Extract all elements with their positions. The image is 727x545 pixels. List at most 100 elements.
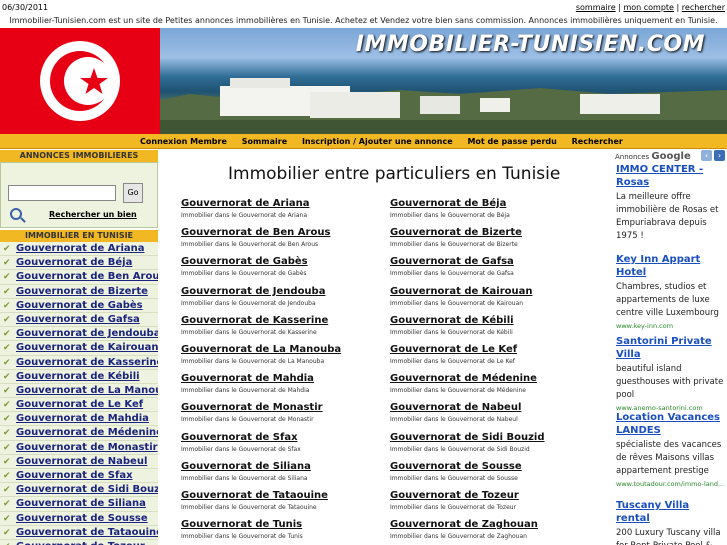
- ad-title-link[interactable]: Location Vacances LANDES: [616, 411, 726, 437]
- ad-title-link[interactable]: Key Inn Appart Hotel: [616, 253, 726, 279]
- sidebar-header-tunisie: IMMOBILIER EN TUNISIE: [0, 230, 158, 242]
- sidebar-item-label: Gouvernorat de Mahdia: [16, 413, 149, 425]
- sidebar-item-governorate[interactable]: ✔ Gouvernorat de Jendouba: [0, 327, 158, 342]
- check-icon: ✔: [3, 343, 11, 354]
- governorate-link[interactable]: Gouvernorat de Zaghouan: [390, 519, 590, 530]
- governorate-entry: Gouvernorat de Kairouan Immobilier dans l…: [390, 286, 590, 312]
- ad-item: Key Inn Appart Hotel Chambres, studios et…: [616, 253, 726, 330]
- sidebar-item-label: Gouvernorat de Médenine: [16, 427, 158, 439]
- check-icon: ✔: [3, 244, 11, 254]
- governorate-link[interactable]: Gouvernorat de La Manouba: [181, 344, 381, 355]
- sidebar-item-governorate[interactable]: ✔ Gouvernorat de Ariana: [0, 242, 158, 257]
- governorate-link[interactable]: Gouvernorat de Nabeul: [390, 402, 590, 413]
- governorate-entry: Gouvernorat de Tataouine Immobilier dans …: [181, 490, 381, 516]
- governorate-link[interactable]: Gouvernorat de Tataouine: [181, 490, 381, 501]
- ads-label-prefix: Annonces: [615, 153, 650, 161]
- governorate-description: Immobilier dans le Gouvernorat de Silian…: [181, 474, 308, 482]
- governorate-description: Immobilier dans le Gouvernorat de Zaghou…: [390, 533, 527, 541]
- governorate-link[interactable]: Gouvernorat de Médenine: [390, 373, 590, 384]
- sidebar-item-label: Gouvernorat de Sousse: [16, 512, 148, 524]
- tunisia-flag-icon: [0, 28, 160, 134]
- main-nav: Connexion Membre Sommaire Inscription / …: [0, 134, 727, 149]
- mon-compte-link[interactable]: mon compte: [623, 3, 674, 12]
- sidebar-item-governorate[interactable]: ✔ Gouvernorat de Gabès: [0, 299, 158, 313]
- search-icon[interactable]: [10, 208, 22, 220]
- governorate-link[interactable]: Gouvernorat de Sousse: [390, 461, 590, 472]
- sidebar-item-governorate[interactable]: ✔ Gouvernorat de La Manouba: [0, 384, 158, 399]
- governorate-link[interactable]: Gouvernorat de Tozeur: [390, 490, 590, 501]
- governorate-link[interactable]: Gouvernorat de Monastir: [181, 402, 381, 413]
- sidebar-item-governorate[interactable]: ✔ Gouvernorat de Sfax: [0, 469, 158, 484]
- ad-body: La meilleure offre immobilière de Rosas …: [616, 192, 719, 241]
- governorate-entry: Gouvernorat de Médenine Immobilier dans l…: [390, 373, 590, 399]
- governorate-link[interactable]: Gouvernorat de Bizerte: [390, 227, 590, 238]
- sidebar-item-governorate[interactable]: ✔ Gouvernorat de Tozeur: [0, 540, 158, 545]
- governorate-description: Immobilier dans le Gouvernorat de Sidi B…: [390, 445, 530, 453]
- governorate-link[interactable]: Gouvernorat de Kairouan: [390, 286, 590, 297]
- governorate-link[interactable]: Gouvernorat de Tunis: [181, 519, 381, 530]
- governorate-entry: Gouvernorat de Kébili Immobilier dans le …: [390, 315, 590, 341]
- governorate-link[interactable]: Gouvernorat de Sfax: [181, 432, 381, 443]
- search-input[interactable]: [8, 185, 116, 201]
- google-logo: Google: [651, 151, 691, 162]
- sidebar-item-label: Gouvernorat de Gabès: [16, 299, 143, 311]
- nav-connexion-membre[interactable]: Connexion Membre: [140, 137, 227, 146]
- governorate-link[interactable]: Gouvernorat de Gabès: [181, 256, 381, 267]
- search-property-link[interactable]: Rechercher un bien: [49, 210, 137, 219]
- rechercher-link[interactable]: rechercher: [682, 3, 725, 12]
- ad-title-link[interactable]: IMMO CENTER - Rosas: [616, 163, 726, 189]
- governorate-link[interactable]: Gouvernorat de Le Kef: [390, 344, 590, 355]
- ad-title-link[interactable]: Tuscany Villa rental: [616, 499, 726, 525]
- sidebar-item-governorate[interactable]: ✔ Gouvernorat de Médenine: [0, 426, 158, 441]
- governorate-description: Immobilier dans le Gouvernorat de Médeni…: [390, 387, 526, 395]
- sidebar-item-governorate[interactable]: ✔ Gouvernorat de Ben Arous: [0, 270, 158, 285]
- chevron-right-icon[interactable]: ›: [714, 150, 725, 161]
- sidebar-item-governorate[interactable]: ✔ Gouvernorat de Mahdia: [0, 412, 158, 427]
- sidebar-item-governorate[interactable]: ✔ Gouvernorat de Le Kef: [0, 398, 158, 413]
- sidebar-item-governorate[interactable]: ✔ Gouvernorat de Sidi Bouzid: [0, 483, 158, 498]
- ad-url[interactable]: www.key-inn.com: [616, 322, 726, 330]
- sidebar-item-governorate[interactable]: ✔ Gouvernorat de Kébili: [0, 370, 158, 384]
- ad-url[interactable]: www.toutadour.com/immo-land...: [616, 480, 726, 488]
- left-sidebar: ANNONCES IMMOBILIERES Go Rechercher un b…: [0, 150, 158, 545]
- nav-rechercher[interactable]: Rechercher: [572, 137, 623, 146]
- site-logo[interactable]: IMMOBILIER-TUNISIEN.COM: [356, 32, 705, 57]
- chevron-left-icon[interactable]: ‹: [701, 150, 712, 161]
- governorate-link[interactable]: Gouvernorat de Gafsa: [390, 256, 590, 267]
- nav-mot-de-passe-perdu[interactable]: Mot de passe perdu: [467, 137, 556, 146]
- sidebar-item-governorate[interactable]: ✔ Gouvernorat de Béja: [0, 256, 158, 271]
- sidebar-item-governorate[interactable]: ✔ Gouvernorat de Monastir: [0, 441, 158, 455]
- nav-sommaire[interactable]: Sommaire: [242, 137, 287, 146]
- governorate-link[interactable]: Gouvernorat de Kébili: [390, 315, 590, 326]
- sidebar-item-governorate[interactable]: ✔ Gouvernorat de Siliana: [0, 497, 158, 512]
- governorate-link[interactable]: Gouvernorat de Mahdia: [181, 373, 381, 384]
- sommaire-link[interactable]: sommaire: [576, 3, 616, 12]
- sidebar-item-governorate[interactable]: ✔ Gouvernorat de Tataouine: [0, 526, 158, 540]
- ad-title-link[interactable]: Santorini Private Villa: [616, 335, 726, 361]
- governorate-link[interactable]: Gouvernorat de Siliana: [181, 461, 381, 472]
- sidebar-item-governorate[interactable]: ✔ Gouvernorat de Bizerte: [0, 285, 158, 299]
- ad-body: Chambres, studios et appartements de lux…: [616, 282, 719, 318]
- governorate-description: Immobilier dans le Gouvernorat de Nabeul: [390, 416, 518, 424]
- header-photo: IMMOBILIER-TUNISIEN.COM: [160, 28, 727, 134]
- governorate-link[interactable]: Gouvernorat de Jendouba: [181, 286, 381, 297]
- governorate-link[interactable]: Gouvernorat de Ben Arous: [181, 227, 381, 238]
- sidebar-item-governorate[interactable]: ✔ Gouvernorat de Kasserine: [0, 356, 158, 370]
- go-button[interactable]: Go: [123, 183, 143, 203]
- check-icon: ✔: [3, 428, 11, 439]
- sidebar-item-governorate[interactable]: ✔ Gouvernorat de Gafsa: [0, 313, 158, 328]
- sidebar-item-label: Gouvernorat de Bizerte: [16, 285, 148, 297]
- governorate-link[interactable]: Gouvernorat de Kasserine: [181, 315, 381, 326]
- governorate-entry: Gouvernorat de Siliana Immobilier dans le…: [181, 461, 381, 487]
- governorate-entry: Gouvernorat de Gabès Immobilier dans le G…: [181, 256, 381, 282]
- sidebar-item-governorate[interactable]: ✔ Gouvernorat de Sousse: [0, 512, 158, 526]
- sidebar-item-governorate[interactable]: ✔ Gouvernorat de Nabeul: [0, 455, 158, 469]
- governorate-link[interactable]: Gouvernorat de Béja: [390, 198, 590, 209]
- nav-inscription[interactable]: Inscription / Ajouter une annonce: [302, 137, 453, 146]
- governorate-link[interactable]: Gouvernorat de Sidi Bouzid: [390, 432, 590, 443]
- sidebar-item-label: Gouvernorat de Kairouan: [16, 342, 158, 354]
- governorate-description: Immobilier dans le Gouvernorat de Gafsa: [390, 270, 514, 278]
- governorate-entry: Gouvernorat de La Manouba Immobilier dans…: [181, 344, 381, 370]
- sidebar-item-governorate[interactable]: ✔ Gouvernorat de Kairouan: [0, 341, 158, 356]
- governorate-link[interactable]: Gouvernorat de Ariana: [181, 198, 381, 209]
